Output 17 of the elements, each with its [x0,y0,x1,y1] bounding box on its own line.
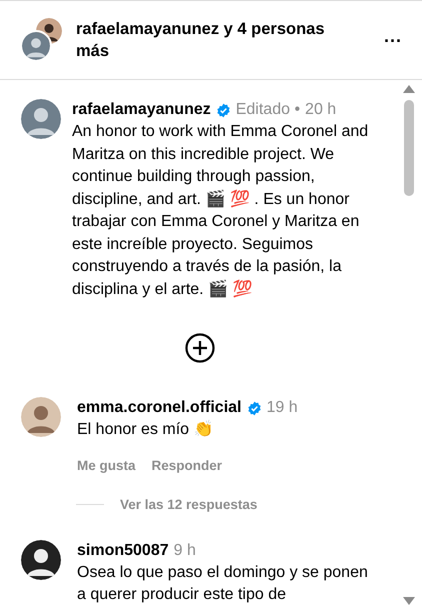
header-title: rafaelamayanunez y 4 personas más [76,19,326,62]
timestamp: 19 h [266,398,298,418]
comment-text: Osea lo que paso el domingo y se ponen a querer producir este tipo de [77,562,369,605]
edited-label: Editado • [236,100,300,120]
comment-text: El honor es mío 👏 [77,419,214,440]
timestamp: 20 h [305,100,336,120]
scroll-up-icon[interactable] [403,85,415,93]
timestamp: 9 h [174,540,196,560]
more-options-button[interactable]: ... [384,26,402,54]
add-icon[interactable] [185,333,215,363]
username[interactable]: simon50087 [77,540,169,562]
scrollbar-thumb[interactable] [404,100,414,196]
username[interactable]: emma.coronel.official [77,397,242,419]
username[interactable]: rafaelamayanunez [72,99,211,121]
scroll-down-icon[interactable] [403,597,415,605]
avatar[interactable] [21,540,61,580]
post-caption: An honor to work with Emma Coronel and Maritza on this incredible project. We continue building through passion, discipline, and art. 🎬 💯 . Es un honor trabajar con Emma Coronel y Maritza en este increíble proyecto. Seguimos construyendo a través de la pasión, la disciplina y el arte. 🎬 💯 [72,122,370,300]
